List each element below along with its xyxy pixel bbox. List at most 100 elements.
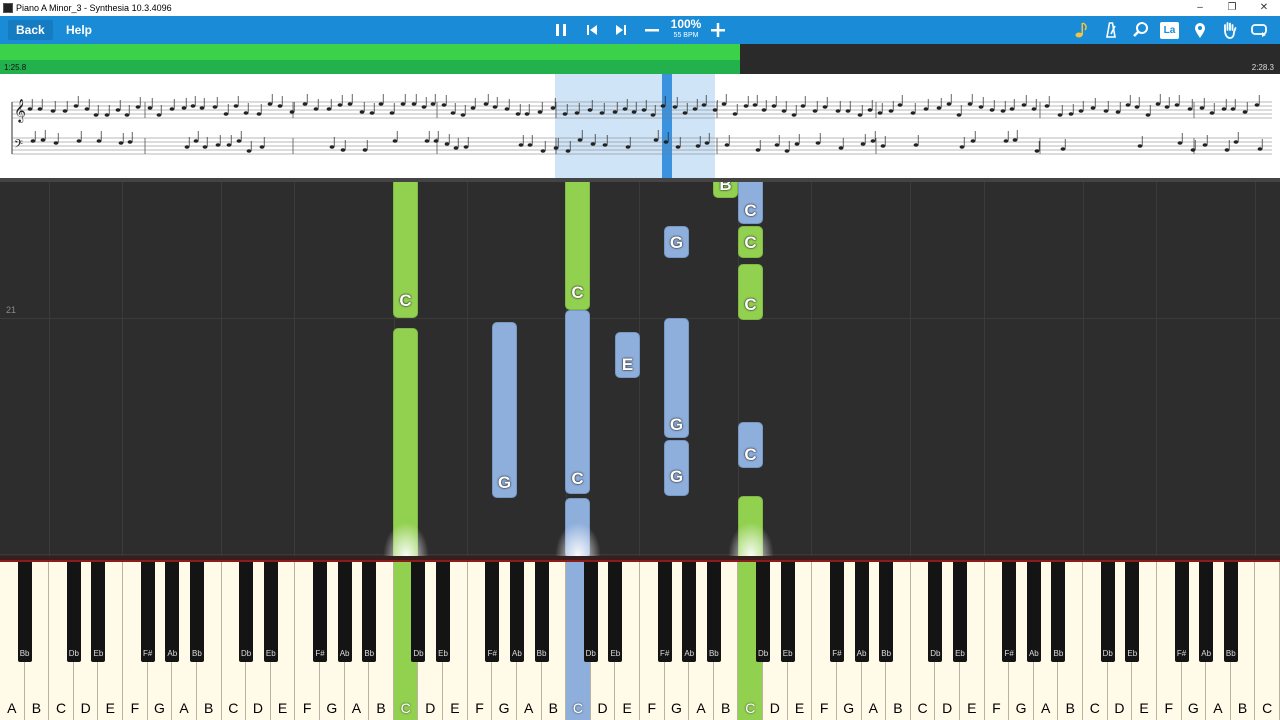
note-label: C [399,291,412,310]
black-key[interactable]: Ab [509,562,524,662]
location-pin-icon[interactable] [1189,20,1211,40]
current-time: 1:25.8 [4,63,27,72]
key-label: A [351,700,362,716]
plus-icon[interactable] [707,20,729,40]
black-key[interactable]: Eb [953,562,967,662]
measure-number: 21 [6,305,17,315]
sheet-music-strip[interactable]: 𝄞 𝄢 [0,74,1280,178]
metronome-icon[interactable] [1100,20,1122,40]
black-key[interactable]: Bb [706,562,721,662]
black-key[interactable]: F# [657,562,672,662]
key-label: A [179,700,189,716]
black-key[interactable]: Bb [17,562,32,662]
black-key[interactable]: Db [583,562,598,662]
black-key[interactable]: Ab [1026,562,1041,662]
black-key[interactable]: F# [829,562,844,662]
black-key[interactable]: Ab [854,562,869,662]
piano-keyboard[interactable]: ABCDEFGABCDEFGABCDEFGABCDEFGABCDEFGABCDE… [0,562,1280,720]
black-key[interactable]: Bb [189,562,204,662]
black-key[interactable]: Eb [608,562,623,662]
black-key[interactable]: Ab [337,562,352,662]
black-key[interactable]: Ab [165,562,180,662]
minimize-icon[interactable]: – [1188,0,1212,16]
key-label: Eb [265,649,276,658]
note-label: C [744,445,757,464]
key-label: E [105,700,115,716]
black-key[interactable]: F# [1002,562,1017,662]
falling-note: C [393,182,418,318]
key-label: Ab [1201,649,1212,658]
pause-icon[interactable] [550,20,572,40]
speed-percent: 100% [670,17,702,31]
note-label: C [744,295,757,314]
key-label: E [967,700,977,716]
key-label: Ab [512,649,522,658]
close-icon[interactable]: ✕ [1252,0,1276,16]
loop-icon[interactable] [1248,20,1270,40]
note-label: E [621,355,634,374]
note-label: G [497,473,512,492]
black-key[interactable]: Db [239,562,254,662]
hand-icon[interactable] [1218,20,1240,40]
key-label: Bb [364,649,375,658]
black-key[interactable]: Eb [436,562,451,662]
black-key[interactable]: Db [1100,562,1115,662]
key-label: B [548,700,558,716]
skip-back-icon[interactable] [581,20,603,40]
key-label: F [1164,700,1173,716]
help-button[interactable]: Help [58,20,100,40]
key-label: A [868,700,878,716]
falling-note: C [738,182,763,224]
black-key[interactable]: F# [1174,562,1189,662]
black-key[interactable]: Eb [1125,562,1140,662]
key-label: B [1065,700,1075,716]
black-key[interactable]: Eb [263,562,278,662]
key-label: F# [659,649,670,658]
key-label: F# [487,649,497,658]
metronome-note-icon[interactable] [1070,20,1092,40]
black-key[interactable]: Bb [1223,562,1238,662]
song-progress-bar[interactable]: 1:25.8 2:28.3 [0,44,1280,74]
black-key[interactable]: Db [411,562,426,662]
black-key[interactable]: Bb [879,562,894,662]
key-label: A [7,700,17,716]
magnifier-icon[interactable] [1130,20,1152,40]
key-label: C [917,700,928,716]
black-key[interactable]: F# [140,562,155,662]
black-key[interactable]: Bb [362,562,377,662]
key-label: A [696,700,706,716]
black-key[interactable]: Eb [91,562,106,662]
restore-icon[interactable]: ❐ [1220,0,1244,16]
black-key[interactable]: Db [756,562,771,662]
black-key[interactable]: Eb [780,562,795,662]
key-label: Ab [339,649,350,658]
white-key[interactable]: C [1255,562,1280,720]
key-label: Ab [856,649,867,658]
minus-icon[interactable] [641,20,663,40]
key-label: Eb [782,649,793,658]
key-label: F# [1176,649,1187,658]
black-key[interactable]: Db [928,562,943,662]
black-key[interactable]: Db [66,562,81,662]
synthesia-window: Piano A Minor_3 - Synthesia 10.3.4096 – … [0,0,1280,720]
falling-note: C [738,226,763,258]
key-label: Bb [881,649,892,658]
key-label: C [55,700,67,716]
key-label: D [769,700,780,716]
key-label: Bb [1053,649,1064,658]
back-button[interactable]: Back [8,20,53,40]
lang-icon[interactable]: La [1160,22,1179,39]
black-key[interactable]: F# [485,562,500,662]
falling-note: C [565,310,590,494]
black-key[interactable]: Bb [534,562,549,662]
black-key[interactable]: F# [313,562,327,662]
note-label: C [744,201,757,220]
falling-note: G [664,318,689,438]
key-label: G [1187,700,1199,716]
key-label: G [1015,700,1027,716]
black-key[interactable]: Bb [1051,562,1066,662]
black-key[interactable]: Ab [1199,562,1214,662]
skip-forward-icon[interactable] [610,20,632,40]
black-key[interactable]: Ab [682,562,697,662]
key-hit-spark [383,522,429,556]
